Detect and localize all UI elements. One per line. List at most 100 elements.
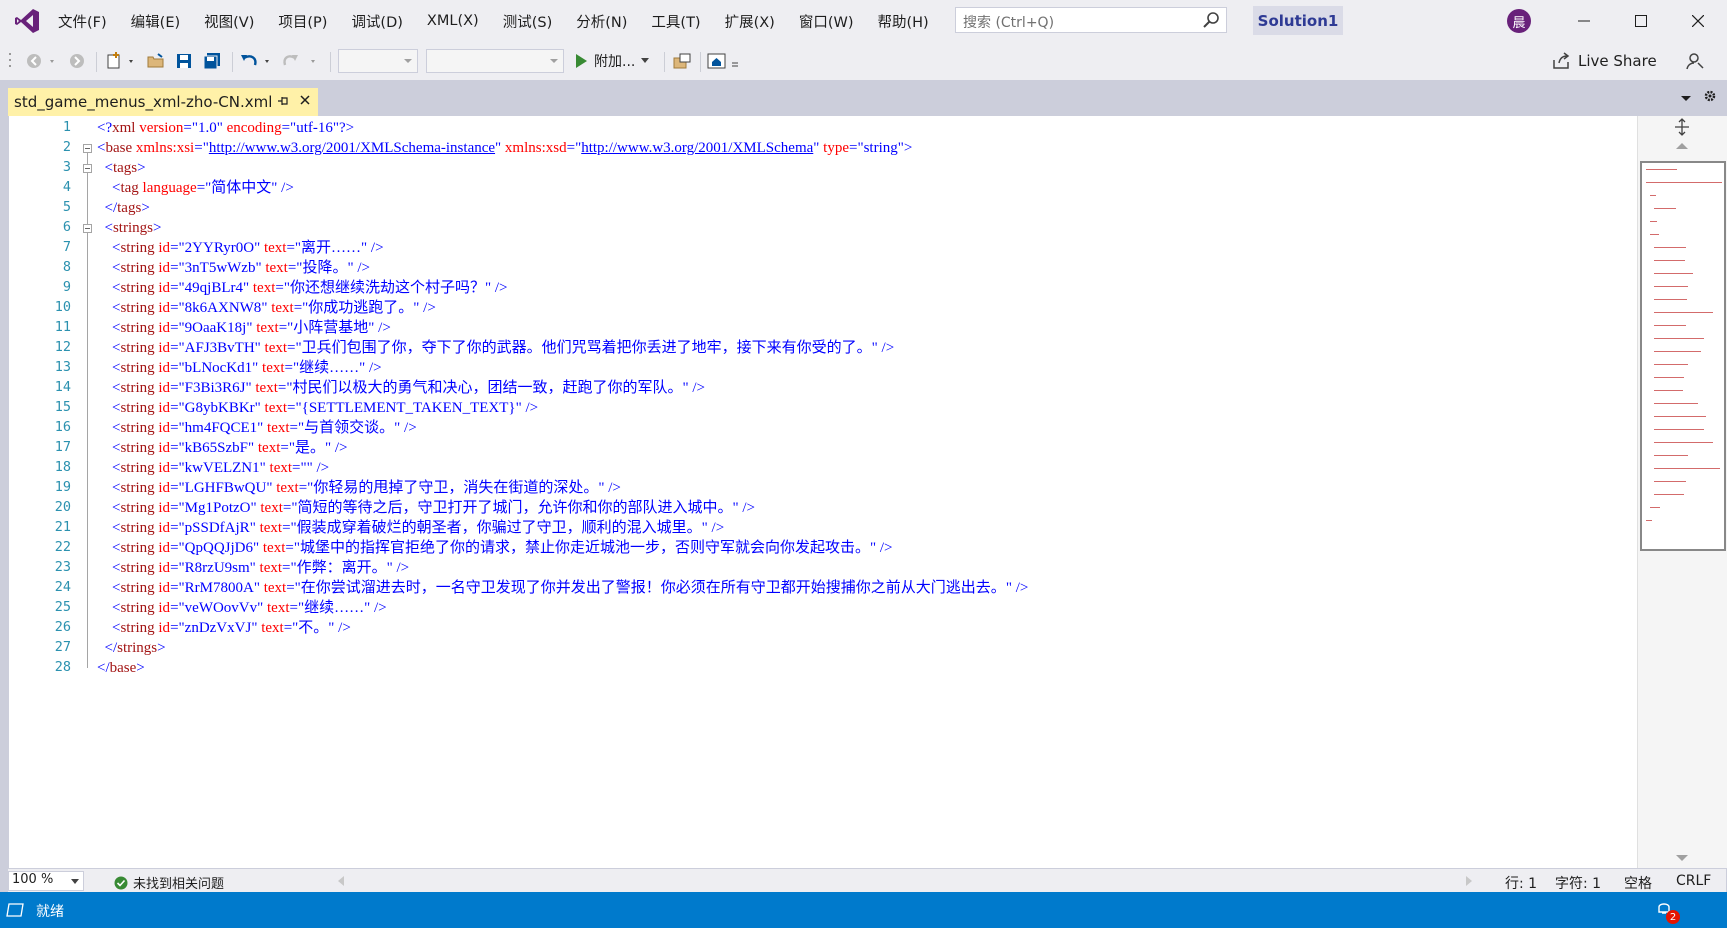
minimize-button[interactable] xyxy=(1556,0,1612,42)
code-line[interactable]: <string id="RrM7800A" text="在你尝试溜进去时，一名守… xyxy=(97,578,1028,598)
search-icon[interactable] xyxy=(1202,11,1220,29)
code-line[interactable]: </strings> xyxy=(97,638,166,658)
solution-name: Solution1 xyxy=(1253,6,1343,35)
live-share-button[interactable]: Live Share xyxy=(1552,48,1657,74)
menu-item[interactable]: 编辑(E) xyxy=(119,11,192,32)
undo-button[interactable] xyxy=(238,48,274,74)
scrollbar-minimap[interactable] xyxy=(1637,116,1727,868)
code-line[interactable]: <string id="Mg1PotzO" text="简短的等待之后，守卫打开… xyxy=(97,498,755,518)
menu-item[interactable]: 扩展(X) xyxy=(713,11,787,32)
code-line[interactable]: <string id="hm4FQCE1" text="与首领交谈。" /> xyxy=(97,418,417,438)
collapse-toggle[interactable] xyxy=(83,144,92,153)
code-line[interactable]: <string id="F3Bi3R6J" text="村民们以极大的勇气和决心… xyxy=(97,378,705,398)
zoom-dropdown[interactable]: 100 % xyxy=(8,871,84,891)
code-line[interactable]: </base> xyxy=(97,658,145,678)
navigate-back-button[interactable] xyxy=(24,48,62,74)
code-line[interactable]: <string id="AFJ3BvTH" text="卫兵们包围了你，夺下了你… xyxy=(97,338,894,358)
close-window-button[interactable] xyxy=(1670,0,1726,42)
redo-icon xyxy=(283,55,315,66)
collapse-toggle[interactable] xyxy=(83,224,92,233)
tab-std-game-menus-xml[interactable]: std_game_menus_xml-zho-CN.xml xyxy=(8,88,318,116)
minimap-viewport[interactable] xyxy=(1640,161,1726,551)
code-line[interactable]: <string id="QpQQJjD6" text="城堡中的指挥官拒绝了你的… xyxy=(97,538,893,558)
code-line[interactable]: <string id="R8rzU9sm" text="作弊：离开。" /> xyxy=(97,558,409,578)
close-tab-icon[interactable] xyxy=(298,93,312,107)
maximize-button[interactable] xyxy=(1613,0,1669,42)
menu-item[interactable]: 测试(S) xyxy=(491,11,565,32)
menu-item[interactable]: 视图(V) xyxy=(192,11,266,32)
issues-indicator[interactable]: 未找到相关问题 xyxy=(114,873,224,892)
open-file-button[interactable] xyxy=(144,48,168,74)
scroll-left-icon[interactable] xyxy=(338,876,344,886)
code-token: =" xyxy=(285,540,300,556)
xml-editor[interactable]: 1 2 3 4 5 6 7 8 9 10 11 12 13 14 15 16 17 18 19 20 21 22 23 24 2… xyxy=(8,116,1727,868)
output-window-icon[interactable] xyxy=(6,903,24,917)
code-line[interactable]: <tags> xyxy=(97,158,146,178)
code-line[interactable]: <string id="pSSDfAjR" text="假装成穿着破烂的朝圣者，… xyxy=(97,518,724,538)
code-line[interactable]: <string id="znDzVxVJ" text="不。" /> xyxy=(97,618,351,638)
tab-dropdown-icon[interactable] xyxy=(1681,94,1691,102)
code-token: =" xyxy=(170,340,185,356)
code-line[interactable]: <string id="G8ybKBKr" text="{SETTLEMENT_… xyxy=(97,398,538,418)
menu-item[interactable]: XML(X) xyxy=(415,13,491,29)
cursor-line[interactable]: 行: 1 xyxy=(1505,873,1537,893)
scroll-right-icon[interactable] xyxy=(1466,876,1472,886)
code-line[interactable]: <string id="8k6AXNW8" text="你成功逃跑了。" /> xyxy=(97,298,436,318)
code-line[interactable]: <string id="LGHFBwQU" text="你轻易的甩掉了守卫，消失… xyxy=(97,478,621,498)
code-token: /> xyxy=(711,520,725,536)
visual-studio-logo-icon[interactable] xyxy=(14,8,40,34)
solution-configuration-dropdown[interactable] xyxy=(338,49,418,73)
scroll-down-icon[interactable] xyxy=(1676,854,1688,862)
search-input[interactable]: 搜索 (Ctrl+Q) xyxy=(963,12,1054,32)
code-token: id xyxy=(158,600,171,616)
cursor-column[interactable]: 字符: 1 xyxy=(1555,873,1601,893)
menu-item[interactable]: 分析(N) xyxy=(564,11,639,32)
code-line[interactable]: <string id="kwVELZN1" text="" /> xyxy=(97,458,329,478)
split-handle-icon[interactable] xyxy=(1674,118,1690,136)
scroll-up-icon[interactable] xyxy=(1676,142,1688,150)
save-all-button[interactable] xyxy=(200,48,224,74)
navigate-forward-button[interactable] xyxy=(66,48,88,74)
menu-item[interactable]: 工具(T) xyxy=(639,11,712,32)
menu-item[interactable]: 调试(D) xyxy=(339,11,414,32)
find-in-files-button[interactable] xyxy=(670,48,694,74)
solution-platform-dropdown[interactable] xyxy=(426,49,564,73)
menu-item[interactable]: 项目(P) xyxy=(266,11,339,32)
code-line[interactable]: <?xml version="1.0" encoding="utf-16"?> xyxy=(97,118,354,138)
new-project-button[interactable] xyxy=(104,48,140,74)
code-line[interactable]: <string id="veWOovVv" text="继续……" /> xyxy=(97,598,387,618)
code-token: string xyxy=(863,140,898,156)
code-token: xmlns:xsi xyxy=(135,140,195,156)
collapse-toggle[interactable] xyxy=(83,164,92,173)
menu-item[interactable]: 帮助(H) xyxy=(865,11,940,32)
pin-icon[interactable] xyxy=(276,94,290,108)
menu-item[interactable]: 窗口(W) xyxy=(787,11,866,32)
redo-button[interactable] xyxy=(280,48,322,74)
solution-explorer-button[interactable] xyxy=(706,48,742,74)
avatar[interactable]: 晨 xyxy=(1507,9,1531,33)
feedback-button[interactable] xyxy=(1682,48,1708,74)
zoom-level: 100 % xyxy=(12,872,54,887)
line-number: 20 xyxy=(54,499,71,515)
minimap-line xyxy=(1654,390,1683,391)
save-button[interactable] xyxy=(172,48,196,74)
code-line[interactable]: <string id="49qjBLr4" text="你还想继续洗劫这个村子吗… xyxy=(97,278,508,298)
menu-item[interactable]: 文件(F) xyxy=(46,11,119,32)
search-box[interactable]: 搜索 (Ctrl+Q) xyxy=(955,7,1227,33)
line-number-gutter: 1 2 3 4 5 6 7 8 9 10 11 12 13 14 15 16 17 18 19 20 21 22 23 24 2… xyxy=(9,116,71,868)
attach-button[interactable]: 附加... xyxy=(574,49,650,73)
code-line[interactable]: <string id="3nT5wWzb" text="投降。" /> xyxy=(97,258,370,278)
code-token: string xyxy=(120,440,155,456)
settings-gear-icon[interactable] xyxy=(1703,89,1717,103)
code-line[interactable]: <string id="9OaaK18j" text="小阵营基地" /> xyxy=(97,318,391,338)
code-line[interactable]: <strings> xyxy=(97,218,162,238)
toolbar-grip[interactable] xyxy=(8,48,14,74)
code-line[interactable]: <string id="bLNocKd1" text="继续……" /> xyxy=(97,358,382,378)
code-line[interactable]: <string id="kB65SzbF" text="是。" /> xyxy=(97,438,348,458)
line-ending[interactable]: CRLF xyxy=(1676,873,1711,889)
code-line[interactable]: <base xmlns:xsi="http://www.w3.org/2001/… xyxy=(97,138,912,158)
code-line[interactable]: <tag language="简体中文" /> xyxy=(97,178,294,198)
indentation-mode[interactable]: 空格 xyxy=(1624,873,1652,893)
code-line[interactable]: <string id="2YYRyr0O" text="离开……" /> xyxy=(97,238,384,258)
code-line[interactable]: </tags> xyxy=(97,198,150,218)
